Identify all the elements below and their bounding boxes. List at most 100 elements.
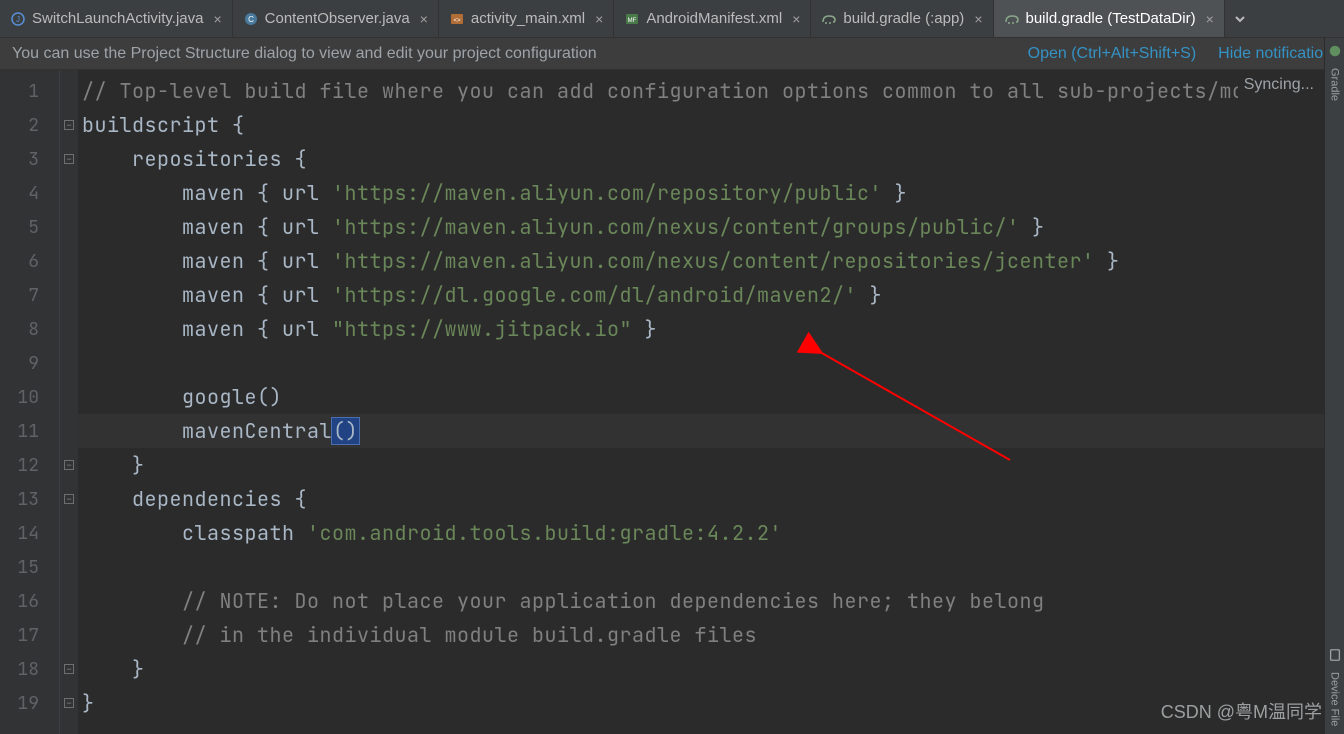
tab-androidmanifest-xml[interactable]: MF AndroidManifest.xml × [614, 0, 811, 37]
line-number: 18 [0, 652, 59, 686]
fold-marker [60, 584, 78, 618]
line-number: 1 [0, 74, 59, 108]
code-area[interactable]: // Top-level build file where you can ad… [78, 70, 1330, 734]
line-number: 7 [0, 278, 59, 312]
line-number: 8 [0, 312, 59, 346]
svg-text:MF: MF [628, 18, 637, 24]
caret-selection: () [332, 418, 359, 444]
xml-icon: <> [449, 11, 465, 27]
fold-marker [60, 74, 78, 108]
notification-message: You can use the Project Structure dialog… [12, 45, 597, 63]
fold-marker[interactable]: − [60, 448, 78, 482]
tab-label: build.gradle (TestDataDir) [1026, 10, 1196, 27]
watermark: CSDN @粤M温同学 [1161, 698, 1322, 724]
fold-marker[interactable]: − [60, 652, 78, 686]
fold-marker [60, 346, 78, 380]
code-line[interactable]: maven { url 'https://maven.aliyun.com/ne… [78, 210, 1330, 244]
svg-text:J: J [16, 15, 20, 24]
fold-marker [60, 210, 78, 244]
line-number: 5 [0, 210, 59, 244]
line-number: 13 [0, 482, 59, 516]
line-number: 6 [0, 244, 59, 278]
code-line[interactable]: classpath 'com.android.tools.build:gradl… [78, 516, 1330, 550]
close-icon[interactable]: × [788, 11, 800, 27]
code-line[interactable]: buildscript { [78, 108, 1330, 142]
fold-marker[interactable]: − [60, 482, 78, 516]
tab-build-gradle-testdatadir-[interactable]: build.gradle (TestDataDir) × [994, 0, 1225, 37]
gradle-icon [1328, 44, 1342, 58]
tab-overflow-button[interactable] [1225, 0, 1255, 37]
code-line[interactable]: mavenCentral() [78, 414, 1330, 448]
close-icon[interactable]: × [970, 11, 982, 27]
tab-switchlaunchactivity-java[interactable]: J SwitchLaunchActivity.java × [0, 0, 233, 37]
tab-contentobserver-java[interactable]: C ContentObserver.java × [233, 0, 439, 37]
hide-notification-link[interactable]: Hide notification [1218, 45, 1332, 63]
fold-marker[interactable]: − [60, 108, 78, 142]
java-icon: J [10, 11, 26, 27]
code-editor[interactable]: 12345678910111213141516171819 −−−−−− // … [0, 70, 1344, 734]
tab-label: ContentObserver.java [265, 10, 410, 27]
line-number: 16 [0, 584, 59, 618]
fold-marker [60, 312, 78, 346]
code-line[interactable]: dependencies { [78, 482, 1330, 516]
tab-label: SwitchLaunchActivity.java [32, 10, 203, 27]
tab-label: AndroidManifest.xml [646, 10, 782, 27]
line-number: 19 [0, 686, 59, 720]
line-number-gutter: 12345678910111213141516171819 [0, 70, 60, 734]
fold-marker [60, 516, 78, 550]
code-line[interactable]: maven { url 'https://maven.aliyun.com/ne… [78, 244, 1330, 278]
line-number: 3 [0, 142, 59, 176]
code-line[interactable]: google() [78, 380, 1330, 414]
code-line[interactable]: maven { url "https://www.jitpack.io" } [78, 312, 1330, 346]
open-project-structure-link[interactable]: Open (Ctrl+Alt+Shift+S) [1028, 45, 1197, 63]
device-file-explorer-button[interactable]: Device File [1329, 672, 1341, 726]
code-line[interactable]: } [78, 652, 1330, 686]
code-line[interactable] [78, 346, 1330, 380]
code-line[interactable]: maven { url 'https://dl.google.com/dl/an… [78, 278, 1330, 312]
close-icon[interactable]: × [1202, 11, 1214, 27]
line-number: 15 [0, 550, 59, 584]
fold-marker [60, 550, 78, 584]
line-number: 11 [0, 414, 59, 448]
line-number: 17 [0, 618, 59, 652]
manifest-icon: MF [624, 11, 640, 27]
editor-tabs: J SwitchLaunchActivity.java × C ContentObser… [0, 0, 1344, 38]
line-number: 12 [0, 448, 59, 482]
gradle-icon [821, 11, 837, 27]
tab-build-gradle-app-[interactable]: build.gradle (:app) × [811, 0, 993, 37]
svg-text:C: C [248, 15, 254, 24]
close-icon[interactable]: × [591, 11, 603, 27]
code-line[interactable]: maven { url 'https://maven.aliyun.com/re… [78, 176, 1330, 210]
tab-activity-main-xml[interactable]: <> activity_main.xml × [439, 0, 614, 37]
line-number: 9 [0, 346, 59, 380]
class-icon: C [243, 11, 259, 27]
fold-marker[interactable]: − [60, 686, 78, 720]
tab-label: activity_main.xml [471, 10, 585, 27]
gradle-icon [1004, 11, 1020, 27]
fold-marker [60, 176, 78, 210]
code-line[interactable]: } [78, 448, 1330, 482]
fold-marker [60, 414, 78, 448]
fold-marker[interactable]: − [60, 142, 78, 176]
code-line[interactable]: // in the individual module build.gradle… [78, 618, 1330, 652]
close-icon[interactable]: × [416, 11, 428, 27]
code-line[interactable]: // NOTE: Do not place your application d… [78, 584, 1330, 618]
gradle-tool-window-button[interactable]: Gradle [1329, 68, 1341, 101]
syncing-status: Syncing... [1238, 72, 1320, 98]
fold-marker [60, 380, 78, 414]
line-number: 4 [0, 176, 59, 210]
close-icon[interactable]: × [209, 11, 221, 27]
fold-column: −−−−−− [60, 70, 78, 734]
code-line[interactable] [78, 550, 1330, 584]
device-file-icon [1328, 648, 1342, 662]
line-number: 2 [0, 108, 59, 142]
code-line[interactable]: repositories { [78, 142, 1330, 176]
fold-marker [60, 244, 78, 278]
code-line[interactable]: } [78, 686, 1330, 720]
tab-label: build.gradle (:app) [843, 10, 964, 27]
svg-text:<>: <> [453, 18, 461, 24]
line-number: 10 [0, 380, 59, 414]
notification-bar: You can use the Project Structure dialog… [0, 38, 1344, 70]
code-line[interactable]: // Top-level build file where you can ad… [78, 74, 1330, 108]
right-tool-rail: Gradle Device File [1324, 38, 1344, 734]
